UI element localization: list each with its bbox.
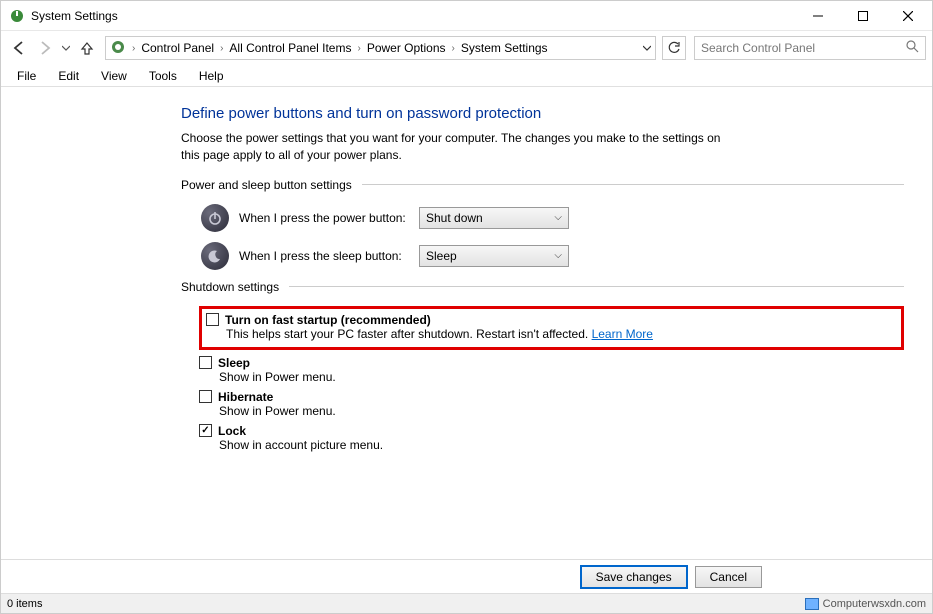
shutdown-item-desc: Show in account picture menu. — [219, 438, 904, 452]
shutdown-settings-list: Turn on fast startup (recommended) This … — [199, 306, 904, 452]
recent-dropdown-icon[interactable] — [59, 36, 73, 60]
status-watermark: Computerwsxdn.com — [823, 598, 926, 610]
checkbox-lock[interactable]: ✓ — [199, 424, 212, 437]
navbar: › Control Panel › All Control Panel Item… — [1, 31, 932, 65]
page-description: Choose the power settings that you want … — [181, 130, 741, 164]
app-icon — [9, 8, 25, 24]
menu-file[interactable]: File — [7, 67, 46, 85]
minimize-button[interactable] — [795, 1, 840, 30]
control-panel-icon — [110, 39, 126, 58]
sleep-button-row: When I press the sleep button: Sleep ⌵ — [201, 242, 904, 270]
checkbox-hibernate[interactable] — [199, 390, 212, 403]
breadcrumb[interactable]: › Control Panel › All Control Panel Item… — [105, 36, 656, 60]
statusbar: 0 items Computerwsxdn.com — [1, 593, 932, 613]
page-title: Define power buttons and turn on passwor… — [181, 105, 904, 122]
chevron-right-icon: › — [130, 43, 137, 54]
window-title: System Settings — [31, 9, 118, 23]
checkbox-fast-startup[interactable] — [206, 313, 219, 326]
power-button-label: When I press the power button: — [239, 211, 419, 225]
shutdown-item-desc: Show in Power menu. — [219, 404, 904, 418]
menubar: File Edit View Tools Help — [1, 65, 932, 87]
search-icon — [906, 40, 919, 56]
titlebar: System Settings — [1, 1, 932, 31]
highlight-annotation: Turn on fast startup (recommended) This … — [199, 306, 904, 350]
shutdown-item-sleep: Sleep Show in Power menu. — [199, 356, 904, 384]
chevron-right-icon: › — [355, 43, 362, 54]
sleep-icon — [201, 242, 229, 270]
shutdown-item-lock: ✓ Lock Show in account picture menu. — [199, 424, 904, 452]
save-changes-button[interactable]: Save changes — [581, 566, 687, 588]
shutdown-item-title: Turn on fast startup (recommended) — [225, 313, 431, 327]
shutdown-item-fast-startup: Turn on fast startup (recommended) This … — [206, 313, 895, 341]
shutdown-item-title: Lock — [218, 424, 246, 438]
section-header-label: Power and sleep button settings — [181, 178, 352, 192]
power-button-value: Shut down — [426, 211, 483, 225]
shutdown-item-hibernate: Hibernate Show in Power menu. — [199, 390, 904, 418]
maximize-button[interactable] — [840, 1, 885, 30]
menu-help[interactable]: Help — [189, 67, 234, 85]
power-icon — [201, 204, 229, 232]
breadcrumb-item[interactable]: System Settings — [461, 41, 548, 55]
shutdown-item-title: Hibernate — [218, 390, 273, 404]
shutdown-item-desc: This helps start your PC faster after sh… — [226, 327, 588, 341]
chevron-right-icon: › — [218, 43, 225, 54]
learn-more-link[interactable]: Learn More — [592, 327, 653, 341]
menu-tools[interactable]: Tools — [139, 67, 187, 85]
chevron-down-icon: ⌵ — [554, 212, 562, 223]
divider — [289, 286, 904, 287]
back-button[interactable] — [7, 36, 31, 60]
chevron-down-icon: ⌵ — [554, 250, 562, 261]
forward-button[interactable] — [33, 36, 57, 60]
power-button-select[interactable]: Shut down ⌵ — [419, 207, 569, 229]
menu-view[interactable]: View — [91, 67, 137, 85]
footer: Save changes Cancel — [1, 559, 932, 593]
cancel-button[interactable]: Cancel — [695, 566, 762, 588]
breadcrumb-dropdown-icon[interactable] — [643, 41, 651, 55]
monitor-icon — [805, 598, 819, 610]
refresh-button[interactable] — [662, 36, 686, 60]
divider — [362, 184, 904, 185]
close-button[interactable] — [885, 1, 930, 30]
sleep-button-label: When I press the sleep button: — [239, 249, 419, 263]
up-button[interactable] — [75, 36, 99, 60]
shutdown-item-desc: Show in Power menu. — [219, 370, 904, 384]
content-area: Define power buttons and turn on passwor… — [1, 87, 932, 563]
search-placeholder: Search Control Panel — [701, 41, 815, 55]
breadcrumb-item[interactable]: All Control Panel Items — [229, 41, 351, 55]
section-shutdown: Shutdown settings — [181, 280, 904, 294]
breadcrumb-item[interactable]: Power Options — [367, 41, 446, 55]
checkbox-sleep[interactable] — [199, 356, 212, 369]
section-header-label: Shutdown settings — [181, 280, 279, 294]
status-right: Computerwsxdn.com — [805, 598, 926, 610]
chevron-right-icon: › — [450, 43, 457, 54]
power-button-row: When I press the power button: Shut down… — [201, 204, 904, 232]
section-power-sleep: Power and sleep button settings — [181, 178, 904, 192]
sleep-button-select[interactable]: Sleep ⌵ — [419, 245, 569, 267]
status-item-count: 0 items — [7, 598, 42, 610]
breadcrumb-item[interactable]: Control Panel — [141, 41, 214, 55]
search-input[interactable]: Search Control Panel — [694, 36, 926, 60]
sleep-button-value: Sleep — [426, 249, 457, 263]
menu-edit[interactable]: Edit — [48, 67, 89, 85]
shutdown-item-title: Sleep — [218, 356, 250, 370]
